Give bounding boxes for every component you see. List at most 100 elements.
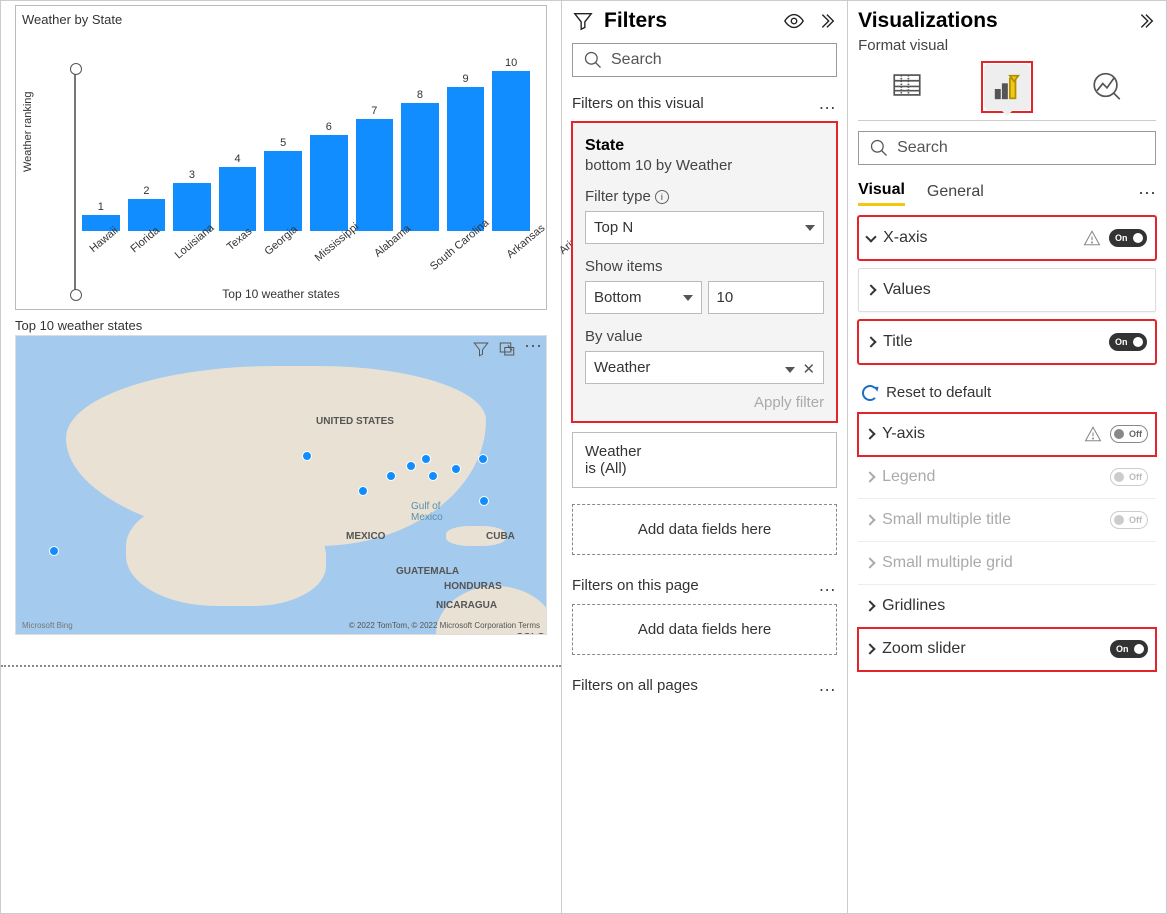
section-filters-visual: Filters on this visual: [572, 95, 704, 112]
map-label-nicaragua: NICARAGUA: [436, 600, 497, 611]
format-row-gridlines[interactable]: Gridlines: [858, 585, 1156, 628]
reset-to-default-button[interactable]: Reset to default: [858, 372, 1156, 413]
section-filters-all: Filters on all pages: [572, 677, 698, 694]
format-visual-mode[interactable]: [984, 64, 1030, 110]
analytics-mode[interactable]: [1084, 62, 1130, 108]
toggle-x-axis[interactable]: On: [1109, 229, 1147, 247]
show-items-label: Show items: [585, 258, 824, 275]
y-axis-label: Weather ranking: [22, 91, 34, 172]
bar[interactable]: 2: [128, 185, 166, 231]
viz-search-input[interactable]: Search: [858, 131, 1156, 165]
map-label-guatemala: GUATEMALA: [396, 566, 459, 577]
map-visual[interactable]: ⋯ UNITED STATES MEXICO Gulf of Mexico CU…: [15, 335, 547, 635]
map-label-mexico: MEXICO: [346, 531, 385, 542]
chevron-right-icon: [864, 428, 875, 439]
map-data-point[interactable]: [358, 486, 368, 496]
section-more-icon[interactable]: …: [818, 93, 837, 114]
filter-type-select[interactable]: Top N: [585, 211, 824, 244]
info-icon[interactable]: i: [655, 190, 669, 204]
format-row-zoom-slider[interactable]: Zoom slider On: [858, 628, 1156, 671]
clear-icon[interactable]: ✕: [802, 360, 815, 378]
toggle-title[interactable]: On: [1109, 333, 1147, 351]
map-label-honduras: HONDURAS: [444, 581, 502, 592]
format-row-x-axis[interactable]: X-axis On: [858, 216, 1156, 260]
bar-value-label: 9: [462, 73, 468, 85]
bar-value-label: 3: [189, 169, 195, 181]
x-tick-label: Alabama: [372, 223, 437, 289]
format-row-title[interactable]: Title On: [858, 320, 1156, 364]
tabs-more-icon[interactable]: ⋯: [1138, 183, 1156, 204]
filter-type-label: Filter type: [585, 188, 651, 205]
bar[interactable]: 7: [356, 105, 394, 231]
bar-value-label: 2: [143, 185, 149, 197]
bar-value-label: 10: [505, 57, 517, 69]
add-data-fields-drop-visual[interactable]: Add data fields here: [572, 504, 837, 555]
bar-chart-visual[interactable]: Weather by State Weather ranking 1234567…: [15, 5, 547, 310]
focus-mode-icon[interactable]: [498, 340, 516, 358]
show-items-select[interactable]: Bottom: [585, 281, 702, 314]
map-data-point[interactable]: [386, 471, 396, 481]
search-icon: [869, 138, 889, 158]
chevron-down-icon: [683, 295, 693, 301]
chart-title: Weather by State: [22, 12, 540, 27]
warning-icon: [1083, 229, 1101, 247]
slider-handle-top[interactable]: [70, 63, 82, 75]
map-label-us: UNITED STATES: [316, 416, 394, 427]
filter-icon: [572, 10, 594, 32]
bar[interactable]: 4: [219, 153, 257, 231]
format-row-values[interactable]: Values: [858, 268, 1156, 312]
map-data-point[interactable]: [428, 471, 438, 481]
filters-search-input[interactable]: Search: [572, 43, 837, 77]
section-more-icon[interactable]: …: [818, 675, 837, 696]
chevron-right-icon: [864, 643, 875, 654]
section-more-icon[interactable]: …: [818, 575, 837, 596]
bar[interactable]: 3: [173, 169, 211, 231]
format-row-small-multiple-grid: Small multiple grid: [858, 542, 1156, 585]
tab-visual[interactable]: Visual: [858, 181, 905, 206]
bar-value-label: 6: [326, 121, 332, 133]
bar[interactable]: 5: [264, 137, 302, 231]
map-data-point[interactable]: [479, 496, 489, 506]
toggle-y-axis[interactable]: Off: [1110, 425, 1148, 443]
toggle-zoom-slider[interactable]: On: [1110, 640, 1148, 658]
slider-handle-bottom[interactable]: [70, 289, 82, 301]
filter-field-name: State: [585, 137, 824, 155]
tab-general[interactable]: General: [927, 183, 984, 205]
by-value-select[interactable]: Weather ✕: [585, 351, 824, 384]
map-data-point[interactable]: [421, 454, 431, 464]
collapse-icon[interactable]: [1134, 10, 1156, 32]
more-options-icon[interactable]: ⋯: [524, 340, 542, 358]
search-placeholder: Search: [897, 139, 948, 157]
map-label-gulf: Gulf of Mexico: [411, 501, 443, 523]
search-placeholder: Search: [611, 51, 662, 69]
format-row-small-multiple-title: Small multiple title Off: [858, 499, 1156, 542]
map-credits-right: © 2022 TomTom, © 2022 Microsoft Corporat…: [349, 621, 540, 630]
bar[interactable]: 8: [401, 89, 439, 231]
map-credits-left: Microsoft Bing: [22, 621, 73, 630]
map-data-point[interactable]: [302, 451, 312, 461]
viz-title: Visualizations: [858, 9, 998, 33]
filter-icon[interactable]: [472, 340, 490, 358]
x-tick-label: Mississippi: [312, 221, 385, 293]
format-row-y-axis[interactable]: Y-axis Off: [858, 413, 1156, 456]
filter-field-desc: bottom 10 by Weather: [585, 157, 824, 174]
map-label-cuba: CUBA: [486, 531, 515, 542]
bar[interactable]: 9: [447, 73, 485, 231]
map-data-point[interactable]: [478, 454, 488, 464]
build-visual-mode[interactable]: [884, 62, 930, 108]
collapse-icon[interactable]: [815, 10, 837, 32]
filter-card-state[interactable]: State bottom 10 by Weather Filter typei …: [572, 122, 837, 422]
show-items-count-input[interactable]: 10: [708, 281, 825, 314]
map-data-point[interactable]: [451, 464, 461, 474]
map-data-point[interactable]: [406, 461, 416, 471]
filter-card-weather[interactable]: Weather is (All): [572, 432, 837, 488]
bar[interactable]: 6: [310, 121, 348, 231]
apply-filter-button[interactable]: Apply filter: [585, 394, 824, 411]
add-data-fields-drop-page[interactable]: Add data fields here: [572, 604, 837, 655]
map-data-point[interactable]: [49, 546, 59, 556]
bar[interactable]: 10: [492, 57, 530, 231]
search-icon: [583, 50, 603, 70]
zoom-slider-vertical[interactable]: [70, 63, 80, 301]
chevron-right-icon: [864, 514, 875, 525]
eye-icon[interactable]: [783, 10, 805, 32]
